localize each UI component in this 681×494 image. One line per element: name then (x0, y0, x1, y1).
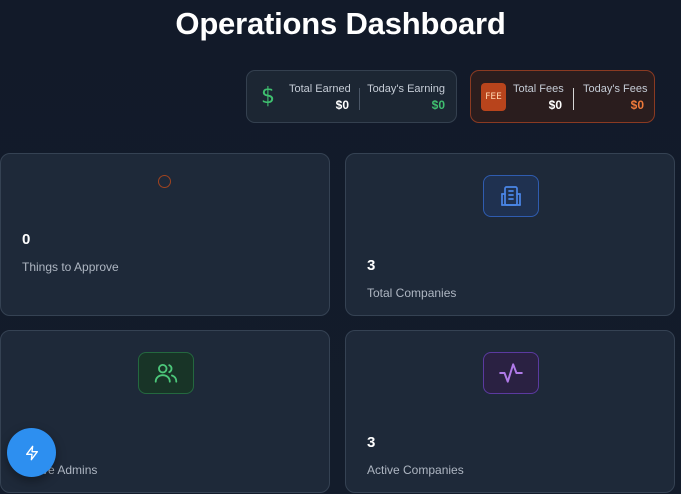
card-value: 3 (367, 257, 376, 274)
todays-earning-label: Today's Earning (367, 83, 445, 95)
total-earned-block: Total Earned $0 (289, 82, 351, 113)
card-value: 0 (22, 231, 31, 248)
building-icon (501, 186, 521, 206)
earnings-divider (359, 88, 360, 110)
todays-earning-value: $0 (431, 98, 445, 112)
lightning-icon (25, 445, 38, 460)
dollar-icon: $ (261, 84, 275, 109)
total-fees-value: $0 (548, 98, 562, 112)
building-icon-box (483, 175, 539, 217)
todays-earning-block: Today's Earning $0 (367, 82, 445, 113)
quick-action-fab[interactable] (7, 428, 56, 477)
dashboard-page: Operations Dashboard $ Total Earned $0 T… (0, 0, 681, 494)
total-earned-label: Total Earned (289, 83, 351, 95)
total-earned-value: $0 (335, 98, 349, 112)
card-total-companies[interactable]: 3 Total Companies (345, 153, 675, 316)
fees-summary[interactable]: FEE Total Fees $0 Today's Fees $0 (470, 70, 655, 123)
activity-icon-box (483, 352, 539, 394)
todays-fees-label: Today's Fees (583, 83, 648, 95)
total-fees-block: Total Fees $0 (513, 82, 564, 113)
page-title: Operations Dashboard (175, 6, 506, 41)
todays-fees-value: $0 (630, 98, 644, 112)
users-icon-box (138, 352, 194, 394)
card-value: 3 (367, 434, 376, 451)
earnings-summary[interactable]: $ Total Earned $0 Today's Earning $0 (246, 70, 457, 123)
fees-divider (573, 88, 574, 110)
activity-icon (499, 363, 523, 383)
card-things-to-approve[interactable]: 0 Things to Approve (0, 153, 330, 316)
total-fees-label: Total Fees (513, 83, 564, 95)
card-label: Total Companies (367, 286, 457, 300)
card-active-companies[interactable]: 3 Active Companies (345, 330, 675, 493)
fee-icon: FEE (481, 83, 506, 111)
users-icon (154, 363, 178, 383)
todays-fees-block: Today's Fees $0 (583, 82, 648, 113)
card-label: Active Companies (367, 463, 464, 477)
card-label: Things to Approve (22, 260, 119, 274)
loading-spinner-icon (158, 175, 171, 188)
